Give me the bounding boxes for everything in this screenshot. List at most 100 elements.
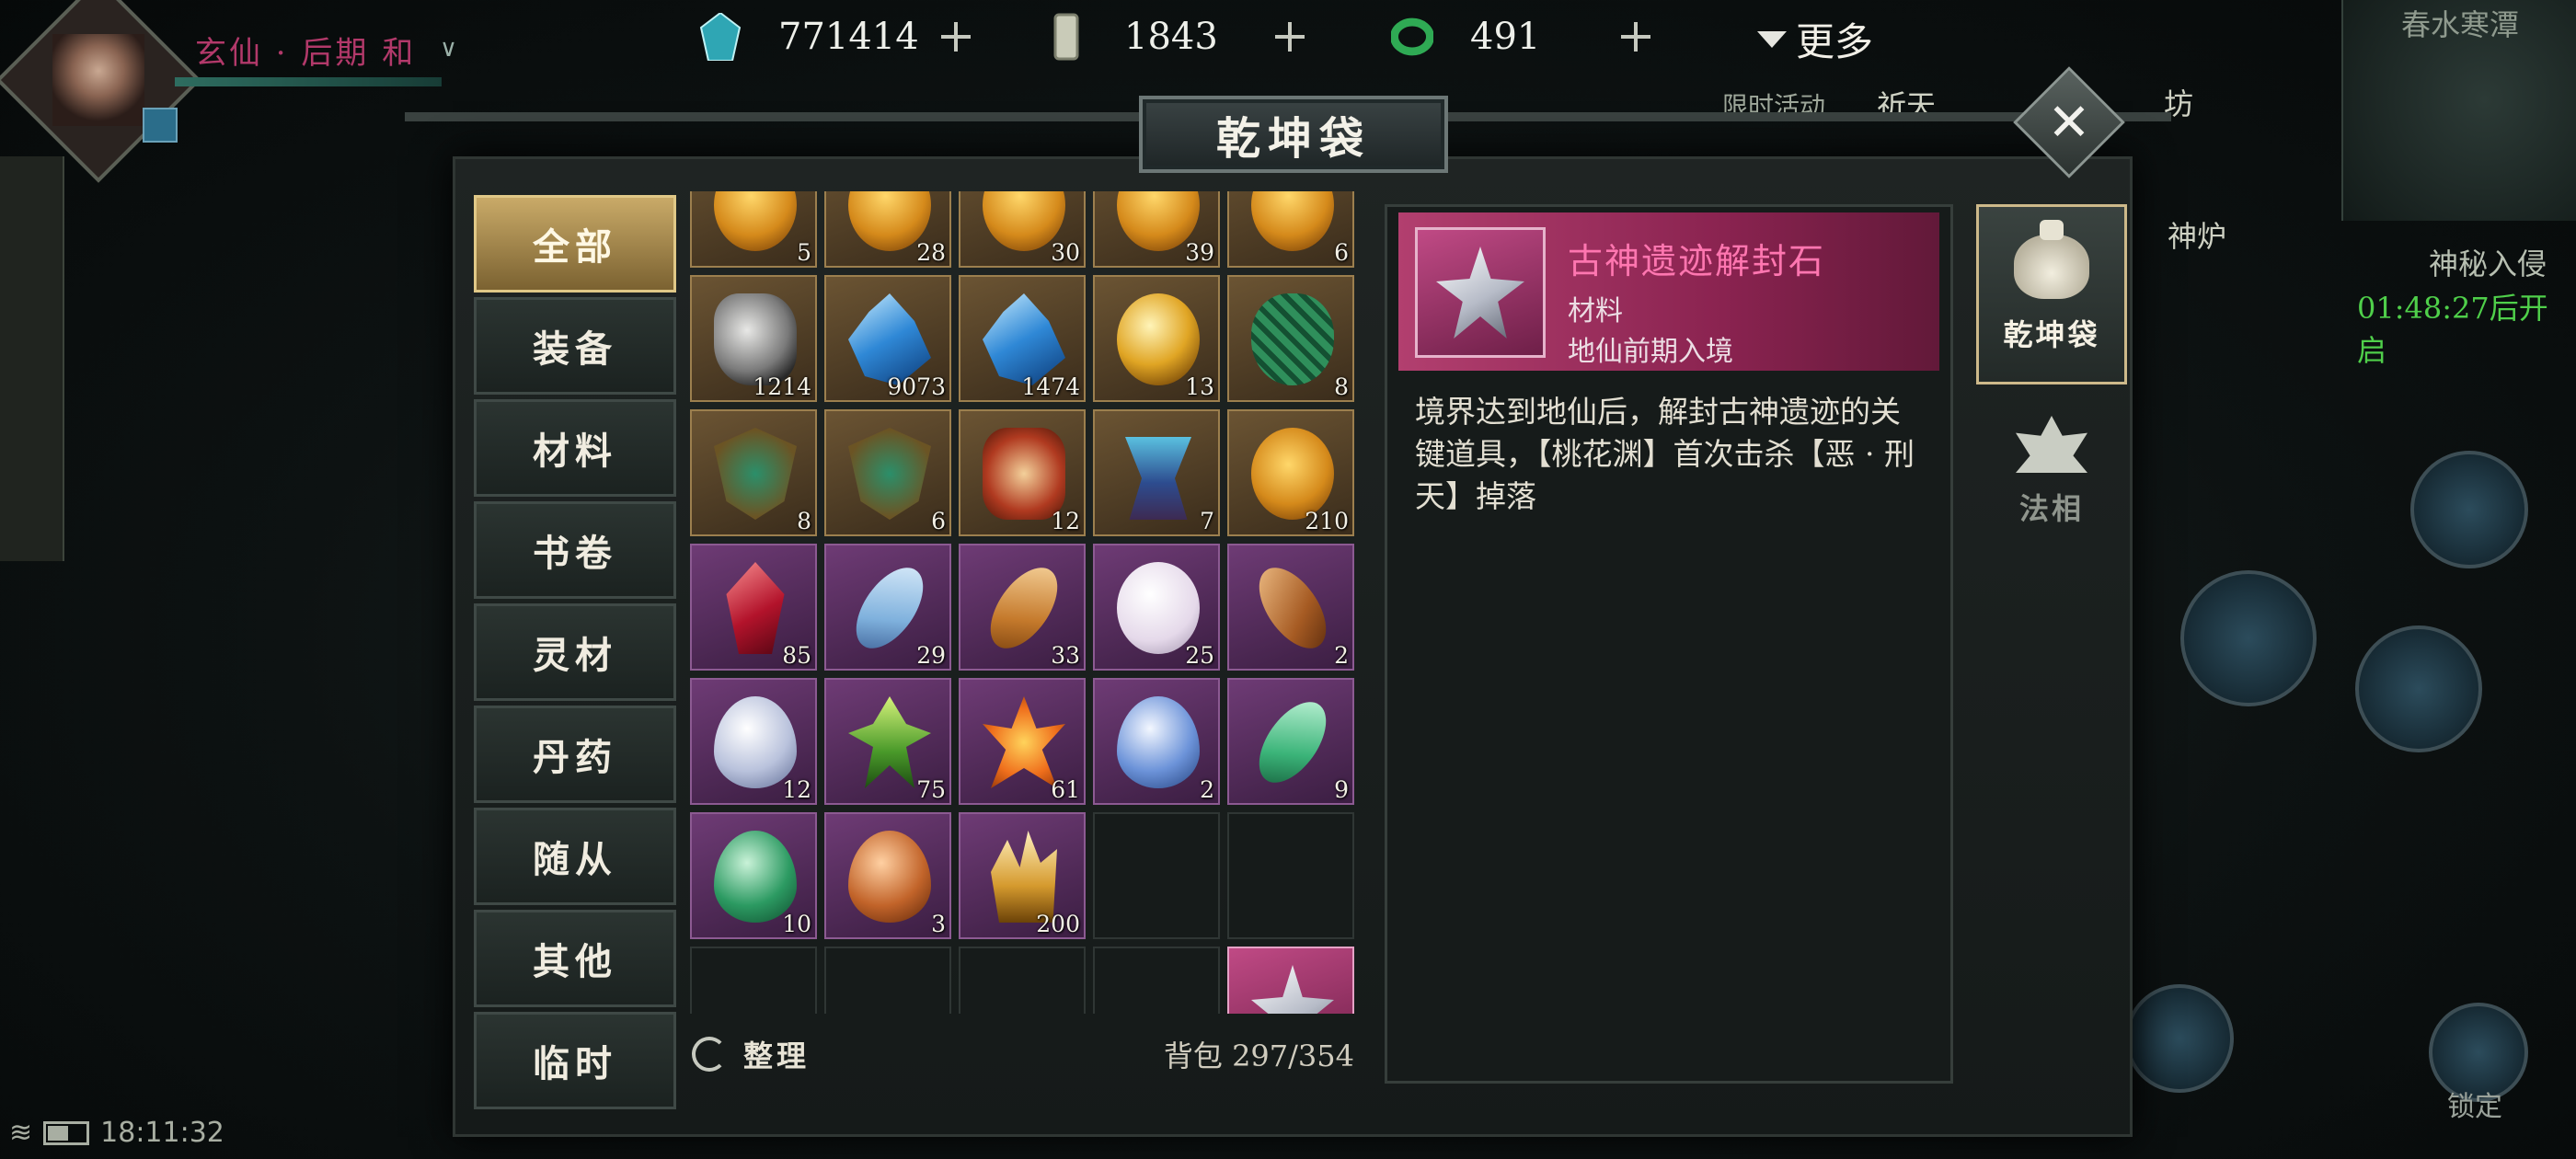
- item-count: 1214: [753, 373, 811, 400]
- item-slot[interactable]: 12: [690, 678, 817, 805]
- item-count: 210: [1305, 508, 1349, 534]
- item-description: 境界达到地仙后，解封古神遗迹的关键道具，【桃花渊】首次击杀【恶 · 刑天】掉落: [1415, 394, 1915, 514]
- gold-crystal-icon: [991, 831, 1057, 923]
- item-count: 2: [1200, 776, 1214, 803]
- tab-bag[interactable]: 乾坤袋: [1976, 204, 2127, 384]
- empty-slot[interactable]: [690, 947, 817, 1014]
- bag-capacity: 背包 297/354: [1163, 1039, 1354, 1073]
- item-count: 2: [1334, 642, 1349, 669]
- item-count: 33: [1051, 642, 1080, 669]
- category-tab[interactable]: 临时: [474, 1012, 676, 1109]
- item-slot[interactable]: 5: [690, 191, 817, 268]
- category-tab[interactable]: 装备: [474, 297, 676, 395]
- item-count: 7: [1200, 508, 1214, 534]
- empty-slot[interactable]: [1093, 947, 1220, 1014]
- item-count: 200: [1036, 911, 1080, 937]
- emblem-icon: [848, 428, 931, 520]
- empty-slot[interactable]: [824, 947, 951, 1014]
- item-slot[interactable]: 7: [1093, 409, 1220, 536]
- skill-button[interactable]: [2355, 625, 2482, 752]
- category-tab[interactable]: 其他: [474, 910, 676, 1007]
- item-slot[interactable]: 12: [959, 409, 1086, 536]
- item-slot[interactable]: 1474: [959, 275, 1086, 402]
- furnace-label[interactable]: 神炉: [2168, 213, 2226, 256]
- item-slot[interactable]: 39: [1093, 191, 1220, 268]
- item-slot[interactable]: 28: [824, 191, 951, 268]
- add-currency-button[interactable]: [1271, 18, 1308, 55]
- item-slot[interactable]: 1: [1227, 947, 1354, 1014]
- gold-coin-icon: [1251, 428, 1334, 520]
- buff-icon[interactable]: [143, 108, 178, 143]
- item-slot[interactable]: 25: [1093, 544, 1220, 671]
- golden-orb-icon: [1117, 293, 1200, 385]
- category-tab[interactable]: 丹药: [474, 706, 676, 803]
- category-tab[interactable]: 书卷: [474, 501, 676, 599]
- skill-button[interactable]: [2410, 451, 2528, 568]
- category-tab[interactable]: 灵材: [474, 603, 676, 701]
- lily-icon: [983, 696, 1065, 788]
- item-slot[interactable]: 9073: [824, 275, 951, 402]
- category-tab[interactable]: 随从: [474, 808, 676, 905]
- device-status-bar: ≋ 18:11:32: [9, 1117, 224, 1149]
- category-tab[interactable]: 材料: [474, 399, 676, 497]
- add-currency-button[interactable]: [937, 18, 974, 55]
- bag-icon: [2014, 220, 2089, 299]
- blue-crystal-icon: [848, 293, 931, 385]
- skill-button[interactable]: [2125, 984, 2234, 1093]
- wifi-icon: ≋: [9, 1117, 33, 1149]
- item-slot[interactable]: 2: [1093, 678, 1220, 805]
- tab-dharma-form[interactable]: 法相: [1976, 384, 2127, 559]
- category-tab[interactable]: 全部: [474, 195, 676, 293]
- spirit-crystal-icon: [699, 13, 742, 61]
- item-slot[interactable]: 3: [824, 812, 951, 939]
- blue-drop-icon: [1117, 696, 1200, 788]
- add-currency-button[interactable]: [1617, 18, 1654, 55]
- item-slot[interactable]: 8: [1227, 275, 1354, 402]
- currency-spirit-crystal: 771414: [699, 9, 974, 64]
- item-slot[interactable]: 61: [959, 678, 1086, 805]
- empty-slot[interactable]: [959, 947, 1086, 1014]
- item-slot[interactable]: 210: [1227, 409, 1354, 536]
- ore-icon: [714, 293, 797, 385]
- modal-title-plate: 乾坤袋: [1139, 96, 1448, 173]
- orange-egg-icon: [848, 831, 931, 923]
- item-type: 材料: [1568, 295, 1623, 327]
- avatar-face: [52, 34, 144, 126]
- empty-slot[interactable]: [1227, 812, 1354, 939]
- item-count: 6: [931, 508, 946, 534]
- white-egg-icon: [714, 696, 797, 788]
- modal-title: 乾坤袋: [1215, 113, 1371, 165]
- item-slot[interactable]: 8: [690, 409, 817, 536]
- item-slot[interactable]: 9: [1227, 678, 1354, 805]
- more-menu-button[interactable]: 更多: [1757, 11, 1873, 67]
- item-slot[interactable]: 85: [690, 544, 817, 671]
- item-slot[interactable]: 29: [824, 544, 951, 671]
- player-avatar[interactable]: [0, 0, 201, 183]
- item-slot[interactable]: 30: [959, 191, 1086, 268]
- item-slot[interactable]: 2: [1227, 544, 1354, 671]
- lock-label: 锁定: [2447, 1091, 2502, 1123]
- item-partial-icon: [1251, 191, 1334, 251]
- item-count: 25: [1185, 642, 1214, 669]
- herb-icon: [848, 696, 931, 788]
- currency-value: 491: [1470, 16, 1541, 58]
- item-slot[interactable]: 6: [1227, 191, 1354, 268]
- item-slot[interactable]: 1214: [690, 275, 817, 402]
- item-slot[interactable]: 10: [690, 812, 817, 939]
- item-grid-viewport[interactable]: 5 28 30 39 6 1214 9073 1474 13 8 8 6 12 7 210 85 29 33 25 2…: [690, 191, 1357, 1014]
- item-slot[interactable]: 75: [824, 678, 951, 805]
- item-slot[interactable]: 6: [824, 409, 951, 536]
- item-slot[interactable]: 13: [1093, 275, 1220, 402]
- item-count: 3: [931, 911, 946, 937]
- item-count: 13: [1185, 373, 1214, 400]
- item-slot[interactable]: 33: [959, 544, 1086, 671]
- sort-button[interactable]: 整理: [692, 1033, 810, 1075]
- item-slot[interactable]: 200: [959, 812, 1086, 939]
- empty-slot[interactable]: [1093, 812, 1220, 939]
- chevron-down-icon[interactable]: ∨: [440, 35, 457, 63]
- skill-button[interactable]: [2180, 570, 2317, 706]
- item-count: 6: [1334, 239, 1349, 266]
- item-count: 85: [782, 642, 811, 669]
- item-count: 30: [1051, 239, 1080, 266]
- item-detail-panel: 古神遗迹解封石 材料 地仙前期入境 境界达到地仙后，解封古神遗迹的关键道具，【桃…: [1385, 204, 1953, 1084]
